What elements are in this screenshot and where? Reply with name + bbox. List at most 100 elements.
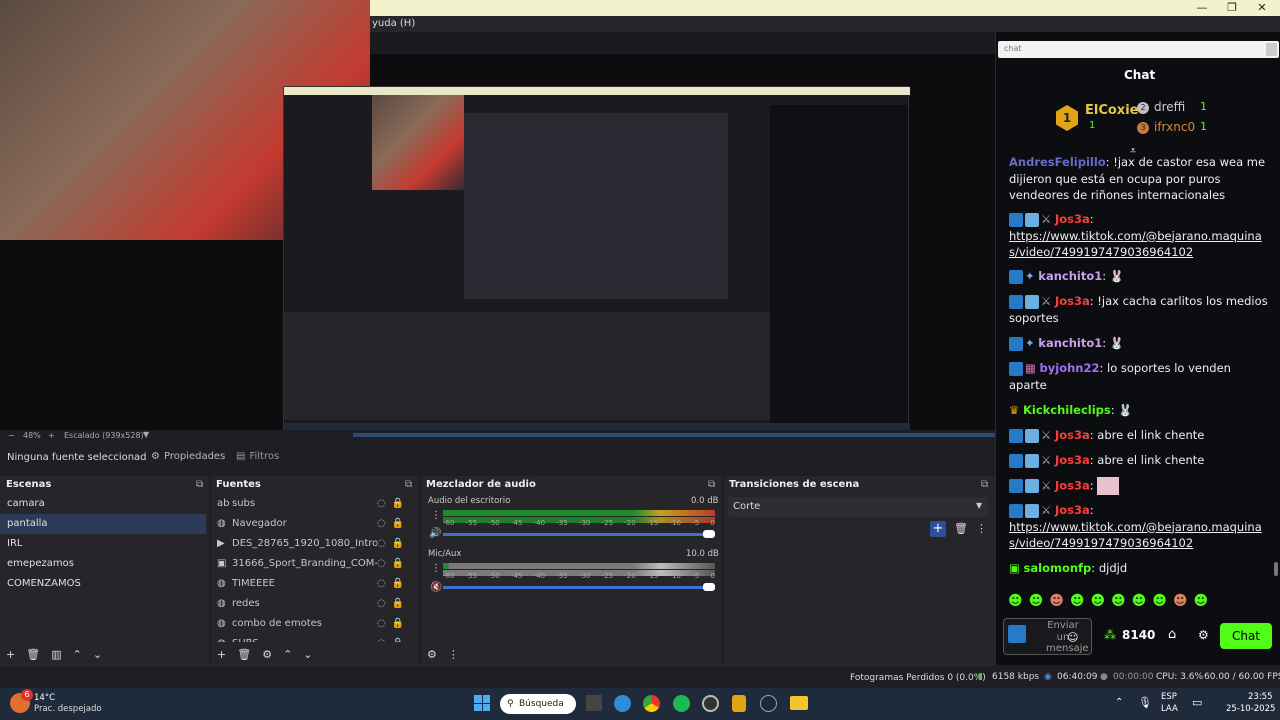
chat-link[interactable]: https://www.tiktok.com/@bejarano.maquina…	[1009, 520, 1262, 551]
lock-icon[interactable]: 🔒	[392, 614, 404, 634]
emote-icon[interactable]: ☻	[1132, 593, 1147, 611]
source-item[interactable]: ◍ combo de emotes ◌ 🔒	[217, 614, 413, 634]
more-vertical-icon[interactable]: ⋮	[448, 648, 459, 661]
lock-icon[interactable]: 🔒	[392, 574, 404, 594]
horizontal-scrollbar[interactable]	[353, 433, 995, 437]
more-vertical-icon[interactable]: ⋮	[976, 522, 987, 535]
volume-slider-handle[interactable]	[703, 583, 715, 591]
preview-canvas[interactable]	[0, 0, 995, 439]
chat-username[interactable]: byjohn22	[1040, 361, 1100, 375]
lock-icon[interactable]: 🔒	[392, 554, 404, 574]
emote-icon[interactable]: ☻	[1008, 593, 1023, 611]
steam-icon[interactable]	[760, 695, 777, 712]
chevron-up-icon[interactable]: ⌃	[73, 648, 82, 661]
microphone-icon[interactable]: 🎙	[1138, 696, 1152, 709]
volume-slider[interactable]	[443, 533, 715, 536]
source-item[interactable]: ▣ 31666_Sport_Branding_COM-CL.gif◌ 🔒	[217, 554, 413, 574]
chat-username[interactable]: AndresFelipillo	[1009, 155, 1106, 169]
filter-icon[interactable]: ▥	[51, 648, 61, 661]
store-icon[interactable]: ⌂	[1168, 627, 1176, 642]
scene-item-irl[interactable]: IRL	[0, 534, 206, 554]
app-icon[interactable]	[732, 695, 746, 712]
add-source-icon[interactable]: +	[217, 648, 226, 661]
chat-input[interactable]: Enviar un mensaje ☺	[1003, 618, 1092, 655]
taskbar-search[interactable]: ⚲ Búsqueda	[500, 694, 576, 714]
lock-icon[interactable]: 🔒	[392, 594, 404, 614]
chat-scrollbar[interactable]	[1274, 562, 1278, 576]
source-item[interactable]: ◍ redes ◌ 🔒	[217, 594, 413, 614]
scale-dropdown-icon[interactable]: ▼	[143, 430, 149, 439]
source-item[interactable]: ◍ TIMEEEE ◌ 🔒	[217, 574, 413, 594]
source-item[interactable]: ◍ Navegador ◌ 🔒	[217, 514, 413, 534]
windows-start-icon[interactable]	[474, 695, 490, 711]
edge-icon[interactable]	[614, 695, 631, 712]
add-transition-button[interactable]: +	[930, 521, 946, 537]
source-item[interactable]: ◍SUBS◌ 🔒	[217, 634, 413, 642]
chevron-up-icon[interactable]: ⌃	[283, 648, 292, 661]
volume-slider-handle[interactable]	[703, 530, 715, 538]
visibility-icon[interactable]: ◌	[377, 514, 386, 534]
chat-username[interactable]: salomonfp	[1024, 561, 1092, 575]
clock-date[interactable]: 25-10-2025	[1226, 704, 1275, 714]
visibility-icon[interactable]: ◌	[377, 554, 386, 574]
emote-icon[interactable]: ☻	[1029, 593, 1044, 611]
language-label[interactable]: ESP	[1161, 692, 1177, 702]
chat-username[interactable]: Jos3a	[1055, 453, 1090, 467]
emoji-icon[interactable]: ☺	[1067, 631, 1078, 644]
visibility-icon[interactable]: ◌	[377, 534, 386, 554]
lock-icon[interactable]: 🔒	[392, 514, 404, 534]
visibility-icon[interactable]: ◌	[377, 614, 386, 634]
gear-icon[interactable]: ⚙	[262, 648, 272, 661]
visibility-icon[interactable]: ◌	[377, 594, 386, 614]
chat-username[interactable]: Jos3a	[1055, 428, 1090, 442]
emote-icon[interactable]: ☻	[1049, 593, 1064, 611]
mute-icon[interactable]: 🔇	[430, 582, 442, 593]
chat-username[interactable]: kanchito1	[1038, 269, 1102, 283]
emote-icon[interactable]: ☻	[1070, 593, 1085, 611]
chat-username[interactable]: kanchito1	[1038, 336, 1102, 350]
filters-button[interactable]: ▤ Filtros	[236, 451, 279, 462]
channel-points[interactable]: 8140	[1122, 628, 1155, 642]
transition-select[interactable]: Corte ▼	[728, 497, 988, 517]
scene-item-emepezamos[interactable]: emepezamos	[0, 554, 206, 574]
file-explorer-icon[interactable]	[790, 696, 808, 710]
spotify-icon[interactable]	[673, 695, 690, 712]
maximize-icon[interactable]: ❐	[1222, 1, 1242, 15]
lock-icon[interactable]: 🔒	[392, 494, 404, 514]
lock-icon[interactable]: 🔒	[392, 634, 404, 642]
clock-time[interactable]: 23:55	[1248, 692, 1273, 702]
chat-search-bar[interactable]: chat	[998, 41, 1279, 58]
chat-send-button[interactable]: Chat	[1220, 623, 1272, 649]
chat-username[interactable]: Jos3a	[1055, 503, 1090, 517]
zoom-in-button[interactable]: +	[48, 431, 55, 440]
menu-help[interactable]: yuda (H)	[372, 18, 415, 29]
chat-username[interactable]: Jos3a	[1055, 212, 1090, 226]
network-icon[interactable]: ▭	[1192, 696, 1202, 709]
zoom-out-button[interactable]: −	[8, 431, 15, 440]
visibility-icon[interactable]: ◌	[377, 634, 386, 642]
scene-item-comenzamos[interactable]: COMENZAMOS	[0, 574, 206, 594]
emote-icon[interactable]: ☻	[1173, 593, 1188, 611]
emote-icon[interactable]: ☻	[1111, 593, 1126, 611]
minimize-icon[interactable]: —	[1192, 1, 1212, 15]
language-layout[interactable]: LAA	[1161, 704, 1178, 714]
lock-icon[interactable]: 🔒	[392, 534, 404, 554]
chevron-down-icon[interactable]: ⌄	[303, 648, 312, 661]
dock-undock-icon[interactable]: ⧉	[981, 479, 988, 490]
advanced-audio-icon[interactable]: ⚙	[427, 648, 437, 661]
scene-item-pantalla[interactable]: pantalla	[0, 514, 206, 534]
dock-undock-icon[interactable]: ⧉	[196, 479, 203, 490]
trash-icon[interactable]: 🗑	[954, 522, 968, 535]
task-view-icon[interactable]	[586, 695, 602, 711]
chevron-down-icon[interactable]: ⌄	[93, 648, 102, 661]
visibility-icon[interactable]: ◌	[377, 494, 386, 514]
gear-icon[interactable]: ⚙	[1198, 628, 1209, 642]
emote-icon[interactable]: ☻	[1193, 593, 1208, 611]
trash-icon[interactable]: 🗑	[26, 648, 40, 661]
speaker-icon[interactable]: 🔊	[429, 528, 441, 539]
chat-username[interactable]: Jos3a	[1055, 294, 1090, 308]
close-icon[interactable]	[1266, 43, 1277, 56]
dock-undock-icon[interactable]: ⧉	[405, 479, 412, 490]
add-scene-icon[interactable]: +	[6, 648, 15, 661]
more-vertical-icon[interactable]: ⋮	[431, 510, 441, 521]
